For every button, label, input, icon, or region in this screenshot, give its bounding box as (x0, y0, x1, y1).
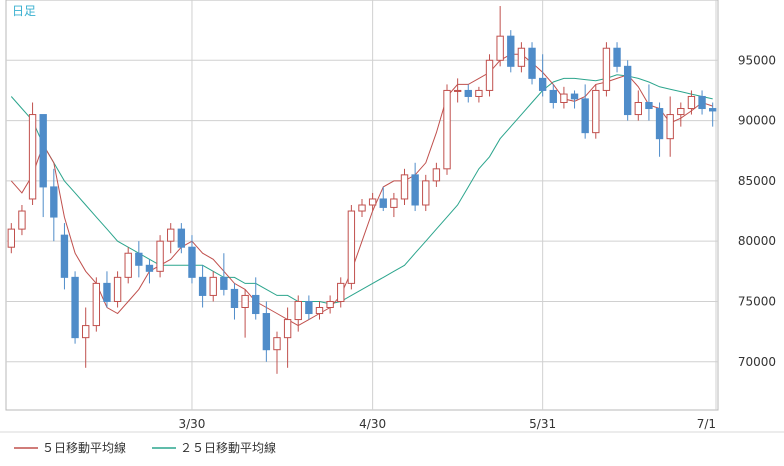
candle-body (528, 47, 536, 79)
candle-body (241, 294, 249, 308)
candle-body (645, 102, 653, 110)
candle-body (581, 98, 589, 134)
candle-body (273, 337, 281, 351)
candle-body (708, 108, 717, 112)
candle-body (71, 276, 79, 339)
candle-body (655, 108, 664, 140)
candle-body (145, 264, 154, 272)
candle-body (188, 246, 196, 278)
candle-body (368, 198, 377, 206)
candle-body (464, 89, 472, 97)
candle-body (698, 95, 706, 110)
x-tick-label: 4/30 (359, 417, 386, 431)
candle-body (634, 102, 642, 116)
candle-body (209, 276, 217, 296)
candle-body (443, 89, 451, 170)
candle-body (549, 89, 557, 104)
candle-body (167, 228, 175, 242)
y-tick-label: 70000 (738, 355, 776, 369)
y-axis: 70000 75000 80000 85000 90000 95000 (738, 53, 776, 368)
candle-body (507, 35, 515, 67)
x-axis: 3/30 4/30 5/31 7/1 (178, 417, 716, 431)
candle-body (177, 228, 186, 248)
candle-body (305, 300, 313, 315)
candle (528, 42, 536, 85)
candle-body (379, 198, 387, 208)
x-tick-label: 3/30 (178, 417, 205, 431)
candle-body (400, 174, 409, 200)
candle (347, 205, 356, 290)
candle (623, 60, 632, 121)
candle-body (347, 210, 356, 284)
candle-body (252, 294, 260, 315)
candle-body (198, 276, 207, 296)
candle (443, 84, 451, 175)
candle-body (283, 319, 292, 339)
candle-body (592, 89, 600, 134)
candle-body (496, 35, 504, 61)
y-tick-label: 75000 (738, 294, 776, 308)
candle-body (18, 210, 26, 230)
x-tick-label: 5/31 (529, 417, 556, 431)
candle (592, 84, 600, 139)
period-label: 日足 (12, 4, 36, 18)
candle (71, 271, 79, 344)
candle (507, 30, 515, 73)
candle-body (135, 252, 143, 266)
candle-body (124, 252, 132, 278)
candle-body (687, 95, 696, 110)
candle-body (666, 114, 674, 140)
candle-body (39, 114, 47, 188)
candle-body (230, 288, 239, 309)
candle-body (560, 93, 568, 103)
candle (28, 102, 37, 205)
candle-body (82, 325, 90, 339)
candle-body (422, 180, 430, 206)
candle-body (315, 307, 324, 315)
legend-label: ５日移動平均線 (42, 440, 126, 455)
candle-body (262, 313, 271, 351)
y-tick-label: 95000 (738, 53, 776, 67)
candle (156, 235, 164, 278)
candle-body (294, 300, 302, 321)
candle-body (103, 282, 111, 302)
candle-body (623, 65, 632, 116)
chart-container: 70000 75000 80000 85000 90000 95000 3/30 4/30 5… (0, 0, 784, 462)
candle-body (570, 93, 579, 100)
candle-body (602, 47, 611, 91)
candle-body (92, 282, 101, 327)
candle-body (7, 228, 16, 248)
legend-label: ２５日移動平均線 (180, 440, 276, 455)
candle-body (28, 114, 37, 200)
x-tick-label: 7/1 (697, 417, 716, 431)
candle-body (475, 89, 483, 97)
y-tick-label: 85000 (738, 174, 776, 188)
candle (485, 54, 494, 97)
candle-body (613, 47, 621, 67)
legend: ５日移動平均線 ２５日移動平均線 (14, 440, 276, 455)
candle-body (337, 282, 345, 302)
candle-body (453, 89, 462, 92)
candle-body (677, 108, 685, 116)
candle-body (220, 276, 228, 290)
candle-body (485, 59, 494, 91)
candle (92, 277, 101, 332)
candlestick-chart: 70000 75000 80000 85000 90000 95000 3/30 4/30 5… (0, 0, 784, 455)
candle-body (517, 47, 526, 67)
candle-body (60, 234, 69, 278)
y-tick-label: 80000 (738, 234, 776, 248)
candle-body (538, 77, 547, 91)
candle-body (390, 198, 398, 208)
candle-body (326, 300, 334, 308)
candle-body (50, 186, 58, 218)
candle-body (156, 240, 164, 272)
y-tick-label: 90000 (738, 114, 776, 128)
candle-body (432, 168, 441, 182)
candle-body (411, 174, 419, 206)
candle (602, 42, 611, 97)
candle-body (113, 276, 122, 302)
candle-body (358, 204, 366, 212)
